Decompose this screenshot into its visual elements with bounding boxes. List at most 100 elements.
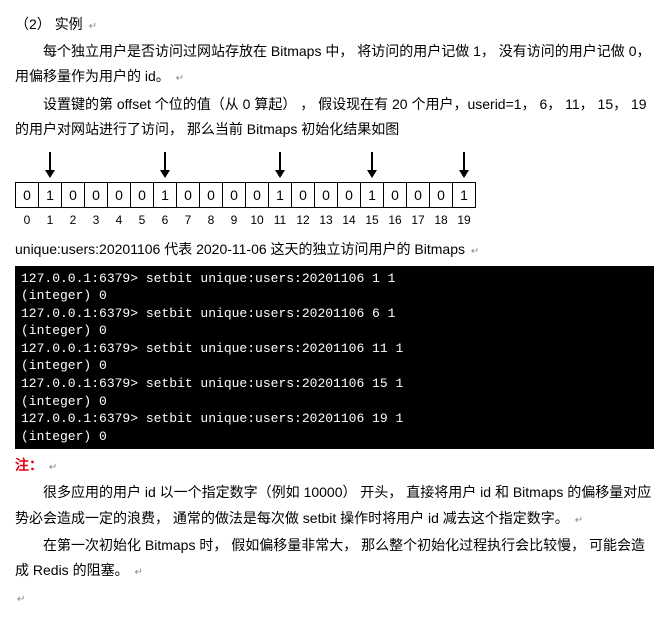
paragraph-5-text: 在第一次初始化 Bitmaps 时， 假如偏移量非常大， 那么整个初始化过程执行… (15, 537, 645, 578)
paragraph-5: 在第一次初始化 Bitmaps 时， 假如偏移量非常大， 那么整个初始化过程执行… (15, 533, 654, 583)
arrow-cell (199, 152, 222, 182)
paragraph-2-text: 设置键的第 offset 个位的值（从 0 算起） ， 假设现在有 20 个用户… (15, 96, 647, 137)
down-arrow-icon (452, 152, 475, 178)
index-cell: 2 (61, 210, 85, 232)
bit-cell: 0 (176, 182, 200, 208)
index-cell: 16 (383, 210, 407, 232)
trailing-pilcrow: ↵ (15, 585, 654, 610)
terminal-block: 127.0.0.1:6379> setbit unique:users:2020… (15, 266, 654, 449)
arrow-cell (452, 152, 475, 182)
arrow-cell (153, 152, 176, 182)
index-cell: 12 (291, 210, 315, 232)
section-title: 实例 (55, 16, 83, 32)
terminal-line: 127.0.0.1:6379> setbit unique:users:2020… (21, 270, 648, 288)
terminal-line: (integer) 0 (21, 357, 648, 375)
bit-cell: 0 (245, 182, 269, 208)
bit-cell: 1 (360, 182, 384, 208)
bit-cell: 0 (406, 182, 430, 208)
arrow-cell (107, 152, 130, 182)
bitmap-diagram: 01000010000100010001 0123456789101112131… (15, 152, 654, 232)
index-cell: 8 (199, 210, 223, 232)
paragraph-4-text: 很多应用的用户 id 以一个指定数字（例如 10000） 开头， 直接将用户 i… (15, 484, 651, 525)
pilcrow-icon: ↵ (89, 21, 97, 32)
arrow-row (15, 152, 654, 182)
terminal-line: 127.0.0.1:6379> setbit unique:users:2020… (21, 340, 648, 358)
index-cell: 17 (406, 210, 430, 232)
paragraph-2: 设置键的第 offset 个位的值（从 0 算起） ， 假设现在有 20 个用户… (15, 92, 654, 142)
arrow-cell (130, 152, 153, 182)
index-cell: 19 (452, 210, 476, 232)
index-cell: 11 (268, 210, 292, 232)
note-heading: 注： ↵ (15, 453, 654, 478)
arrow-cell (176, 152, 199, 182)
arrow-cell (245, 152, 268, 182)
index-cell: 15 (360, 210, 384, 232)
bit-cell: 1 (452, 182, 476, 208)
index-cell: 13 (314, 210, 338, 232)
bit-cell: 1 (153, 182, 177, 208)
bit-cell: 0 (429, 182, 453, 208)
note-label: 注： (15, 457, 43, 473)
pilcrow-icon: ↵ (134, 567, 142, 578)
paragraph-1: 每个独立用户是否访问过网站存放在 Bitmaps 中， 将访问的用户记做 1， … (15, 39, 654, 89)
paragraph-3-text: unique:users:20201106 代表 2020-11-06 这天的独… (15, 241, 465, 257)
index-cell: 9 (222, 210, 246, 232)
arrow-cell (314, 152, 337, 182)
bit-cell: 1 (268, 182, 292, 208)
arrow-cell (291, 152, 314, 182)
paragraph-4: 很多应用的用户 id 以一个指定数字（例如 10000） 开头， 直接将用户 i… (15, 480, 654, 530)
arrow-cell (383, 152, 406, 182)
index-row: 012345678910111213141516171819 (15, 210, 654, 232)
index-cell: 18 (429, 210, 453, 232)
index-cell: 0 (15, 210, 39, 232)
pilcrow-icon: ↵ (17, 594, 25, 605)
terminal-line: 127.0.0.1:6379> setbit unique:users:2020… (21, 305, 648, 323)
bit-cell: 0 (291, 182, 315, 208)
bit-cell: 0 (199, 182, 223, 208)
bit-cell: 0 (383, 182, 407, 208)
terminal-line: (integer) 0 (21, 287, 648, 305)
section-heading: （2） 实例 ↵ (15, 12, 654, 37)
index-cell: 6 (153, 210, 177, 232)
bit-cell: 0 (130, 182, 154, 208)
bit-cell: 0 (314, 182, 338, 208)
bit-cell: 0 (15, 182, 39, 208)
arrow-cell (222, 152, 245, 182)
index-cell: 14 (337, 210, 361, 232)
pilcrow-icon: ↵ (471, 246, 479, 257)
terminal-line: (integer) 0 (21, 393, 648, 411)
index-cell: 4 (107, 210, 131, 232)
index-cell: 1 (38, 210, 62, 232)
arrow-cell (360, 152, 383, 182)
paragraph-3: unique:users:20201106 代表 2020-11-06 这天的独… (15, 237, 654, 262)
bit-row: 01000010000100010001 (15, 182, 654, 208)
bit-cell: 1 (38, 182, 62, 208)
terminal-line: 127.0.0.1:6379> setbit unique:users:2020… (21, 410, 648, 428)
index-cell: 3 (84, 210, 108, 232)
index-cell: 5 (130, 210, 154, 232)
bit-cell: 0 (84, 182, 108, 208)
pilcrow-icon: ↵ (575, 515, 583, 526)
down-arrow-icon (153, 152, 176, 178)
arrow-cell (84, 152, 107, 182)
index-cell: 10 (245, 210, 269, 232)
bit-cell: 0 (107, 182, 131, 208)
section-num: （2） (15, 16, 51, 32)
down-arrow-icon (268, 152, 291, 178)
terminal-line: (integer) 0 (21, 428, 648, 446)
arrow-cell (406, 152, 429, 182)
arrow-cell (429, 152, 452, 182)
bit-cell: 0 (222, 182, 246, 208)
bit-cell: 0 (337, 182, 361, 208)
bit-cell: 0 (61, 182, 85, 208)
index-cell: 7 (176, 210, 200, 232)
arrow-cell (337, 152, 360, 182)
paragraph-1-text: 每个独立用户是否访问过网站存放在 Bitmaps 中， 将访问的用户记做 1， … (15, 43, 650, 84)
arrow-cell (15, 152, 38, 182)
arrow-cell (268, 152, 291, 182)
arrow-cell (61, 152, 84, 182)
down-arrow-icon (38, 152, 61, 178)
down-arrow-icon (360, 152, 383, 178)
pilcrow-icon: ↵ (176, 73, 184, 84)
arrow-cell (38, 152, 61, 182)
